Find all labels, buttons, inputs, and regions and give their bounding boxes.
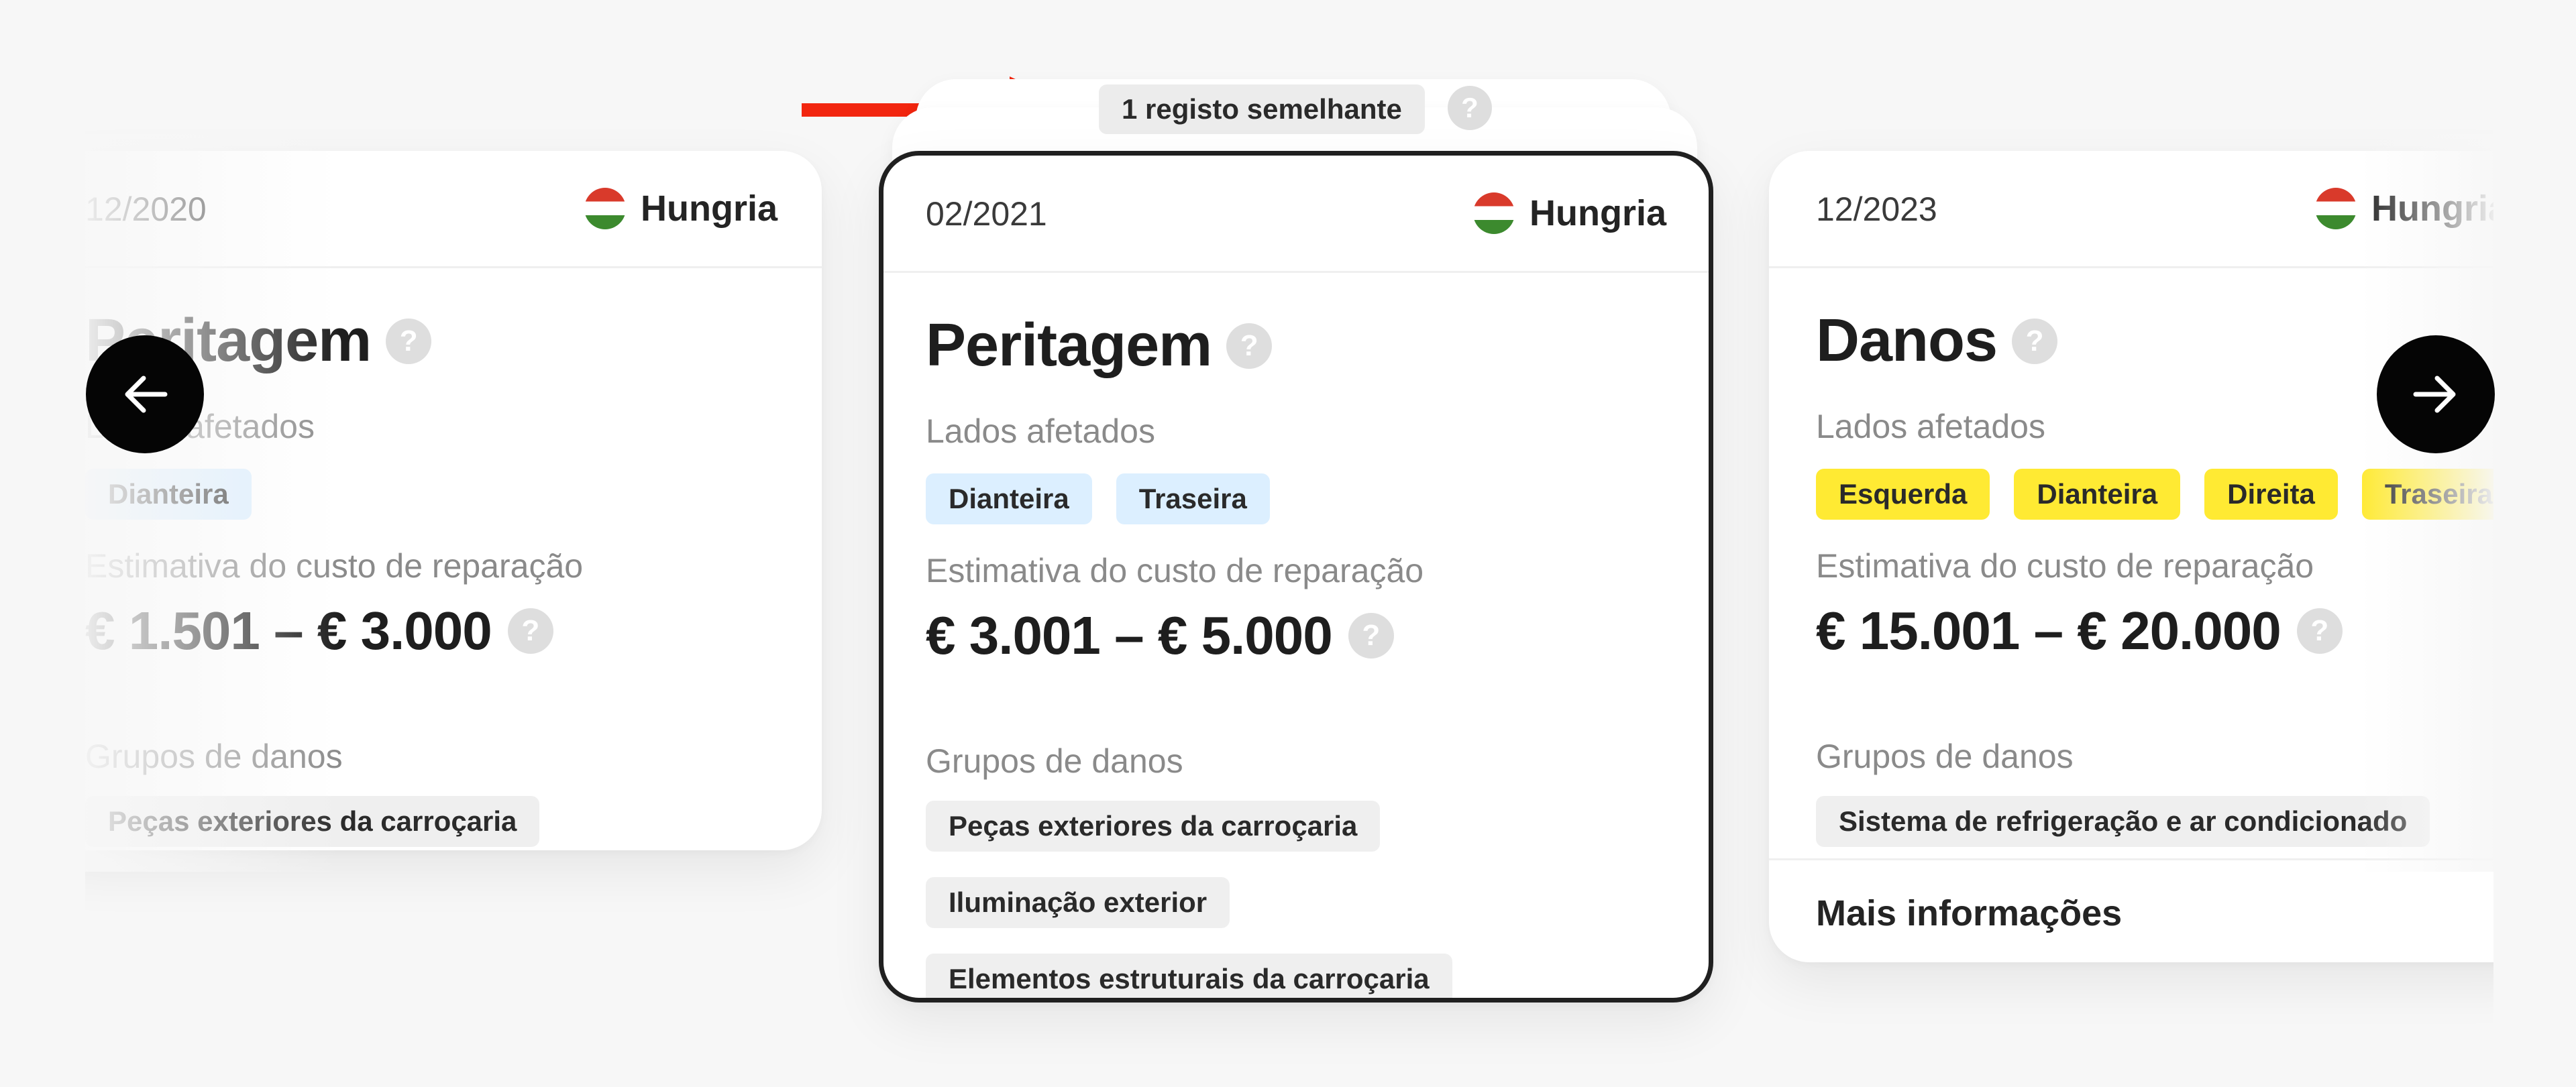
record-title: Danos [1816, 307, 1998, 374]
group-chip: Peças exteriores da carroçaria [926, 801, 1381, 852]
card-header: 02/2021 Hungria [883, 156, 1709, 273]
more-info-button[interactable]: Mais informações [1769, 858, 2493, 962]
cost-label: Estimativa do custo de reparação [85, 547, 584, 585]
sides-label: Lados afetados [926, 412, 1155, 450]
help-icon[interactable]: ? [386, 318, 432, 364]
side-chip: Traseira [1116, 473, 1270, 524]
card-body: Peritagem ? Lados afetados Dianteira Tra… [883, 271, 1709, 998]
record-country: Hungria [2314, 188, 2493, 229]
record-title: Peritagem [926, 312, 1212, 379]
side-chip: Traseira [2361, 469, 2493, 520]
cost-label: Estimativa do custo de reparação [926, 552, 1424, 589]
cost-row: € 1.501 – € 3.000 ? [85, 600, 553, 662]
group-chip: Sistema de refrigeração e ar condicionad… [1816, 796, 2430, 847]
records-carousel: 12/2020 Hungria Peritagem ? Lados afetad… [85, 0, 2493, 1087]
cost-row: € 3.001 – € 5.000 ? [926, 605, 1394, 667]
sides-chips: Esquerda Dianteira Direita Traseira [1816, 469, 2493, 520]
side-chip: Dianteira [926, 473, 1092, 524]
group-chip: Iluminação exterior [926, 877, 1230, 928]
arrow-left-icon [125, 376, 168, 413]
cost-value: € 1.501 – € 3.000 [85, 601, 492, 661]
record-card[interactable]: 12/2023 Hungria Danos ? Lados afetados E… [1769, 151, 2493, 962]
groups-list: Sistema de refrigeração e ar condicionad… [1816, 796, 2430, 847]
groups-list: Peças exteriores da carroçaria [85, 796, 540, 847]
cost-label: Estimativa do custo de reparação [1816, 547, 2314, 585]
arrow-right-icon [2413, 376, 2456, 413]
sides-chips: Dianteira [85, 469, 252, 520]
record-date: 02/2021 [926, 195, 1047, 233]
country-name: Hungria [1529, 193, 1666, 233]
record-country: Hungria [584, 188, 777, 229]
side-chip: Dianteira [2014, 469, 2181, 520]
cost-value: € 3.001 – € 5.000 [926, 606, 1333, 665]
country-name: Hungria [2371, 188, 2493, 229]
group-chip: Peças exteriores da carroçaria [85, 796, 540, 847]
record-title-row: Danos ? [1816, 306, 2058, 376]
record-title-row: Peritagem ? [926, 311, 1273, 380]
group-chip: Elementos estruturais da carroçaria [926, 954, 1452, 998]
card-header: 12/2020 Hungria [85, 151, 822, 268]
side-chip: Direita [2204, 469, 2338, 520]
help-icon[interactable]: ? [2012, 318, 2058, 364]
help-icon[interactable]: ? [1226, 323, 1273, 369]
record-date: 12/2023 [1816, 190, 1937, 228]
hungary-flag-icon [1472, 192, 1515, 234]
groups-label: Grupos de danos [1816, 738, 2074, 775]
card-body: Peritagem ? Lados afetados Dianteira Est… [85, 266, 822, 850]
hungary-flag-icon [2314, 188, 2357, 229]
more-info-label: Mais informações [1816, 893, 2123, 933]
help-icon[interactable]: ? [1348, 613, 1394, 659]
help-icon[interactable]: ? [507, 608, 553, 654]
cost-row: € 15.001 – € 20.000 ? [1816, 600, 2343, 662]
record-country: Hungria [1472, 192, 1666, 234]
record-card[interactable]: 12/2020 Hungria Peritagem ? Lados afetad… [85, 151, 822, 850]
groups-label: Grupos de danos [926, 742, 1183, 780]
side-chip: Esquerda [1816, 469, 1990, 520]
carousel-next-button[interactable] [2377, 335, 2495, 453]
carousel-prev-button[interactable] [86, 335, 204, 453]
sides-chips: Dianteira Traseira [926, 473, 1270, 524]
sides-label: Lados afetados [1816, 408, 2045, 445]
groups-list: Peças exteriores da carroçaria Iluminaçã… [926, 801, 1452, 998]
record-date: 12/2020 [85, 190, 207, 228]
side-chip: Dianteira [85, 469, 252, 520]
card-header: 12/2023 Hungria [1769, 151, 2493, 268]
record-card-selected[interactable]: 02/2021 Hungria Peritagem ? Lados afetad… [879, 151, 1713, 1003]
groups-label: Grupos de danos [85, 738, 343, 775]
country-name: Hungria [640, 188, 777, 229]
help-icon[interactable]: ? [2296, 608, 2343, 654]
hungary-flag-icon [584, 188, 626, 229]
cost-value: € 15.001 – € 20.000 [1816, 601, 2282, 661]
